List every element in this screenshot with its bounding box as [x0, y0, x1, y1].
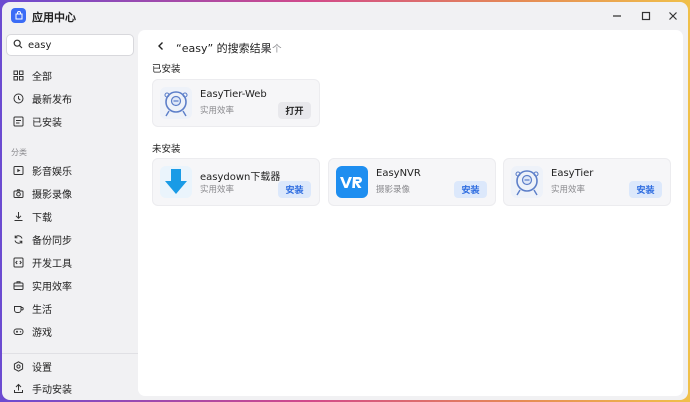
close-button[interactable] [663, 7, 683, 25]
grid-icon [11, 68, 25, 82]
install-button[interactable]: 安装 [278, 181, 311, 198]
sidebar-item-label: 设置 [32, 362, 52, 374]
sidebar-item-label: 全部 [32, 71, 52, 83]
upload-icon [11, 381, 25, 395]
app-card-easydown[interactable]: easydown下载器 实用效率 安装 [152, 158, 320, 206]
sidebar-item-label: 已安装 [32, 117, 62, 129]
sidebar-item-productivity[interactable]: 实用效率 [6, 275, 134, 295]
sidebar-item-latest[interactable]: 最新发布 [6, 88, 134, 108]
sidebar-item-devtools[interactable]: 开发工具 [6, 252, 134, 272]
app-name: easydown下载器 [200, 172, 281, 183]
sidebar-item-label: 最新发布 [32, 94, 72, 106]
back-button[interactable] [153, 39, 169, 55]
sidebar-divider [2, 353, 138, 354]
install-button[interactable]: 安装 [454, 181, 487, 198]
sidebar-item-label: 备份同步 [32, 235, 72, 247]
app-category: 实用效率 [200, 185, 235, 195]
sidebar-item-photo[interactable]: 摄影录像 [6, 183, 134, 203]
sidebar-item-installed[interactable]: 已安装 [6, 111, 134, 131]
app-name: EasyTier-Web [200, 89, 267, 100]
app-title: 应用中心 [32, 11, 76, 24]
sidebar-item-label: 实用效率 [32, 281, 72, 293]
sidebar-item-media[interactable]: 影音娱乐 [6, 160, 134, 180]
easytier-logo-icon [511, 166, 543, 198]
app-card-easytier-web[interactable]: EasyTier-Web 实用效率 打开 [152, 79, 320, 127]
install-button[interactable]: 安装 [629, 181, 662, 198]
sidebar-item-label: 手动安装 [32, 384, 72, 396]
app-center-logo-icon [11, 8, 26, 23]
category-section-label: 分类 [11, 148, 27, 157]
search-icon [13, 39, 23, 52]
camera-icon [11, 186, 25, 200]
maximize-button[interactable] [636, 7, 656, 25]
search-box[interactable] [6, 34, 134, 56]
easytier-logo-icon [160, 87, 192, 119]
download-arrow-logo-icon [160, 166, 192, 198]
sidebar-item-all[interactable]: 全部 [6, 65, 134, 85]
not-installed-section-label: 未安装 [152, 144, 181, 155]
open-button[interactable]: 打开 [278, 102, 311, 119]
clock-icon [11, 91, 25, 105]
search-input[interactable] [28, 39, 126, 51]
sidebar-item-label: 摄影录像 [32, 189, 72, 201]
sidebar-item-backup[interactable]: 备份同步 [6, 229, 134, 249]
app-card-easytier[interactable]: EasyTier 实用效率 安装 [503, 158, 671, 206]
sync-icon [11, 232, 25, 246]
search-results-panel: “easy” 的搜索结果 4 个 已安装 EasyTier-Web 实用效率 打… [138, 30, 683, 396]
sidebar-item-label: 生活 [32, 304, 52, 316]
sidebar-item-label: 开发工具 [32, 258, 72, 270]
app-category: 实用效率 [551, 185, 586, 195]
result-count: 4 个 [263, 44, 282, 55]
sidebar-item-life[interactable]: 生活 [6, 298, 134, 318]
app-window: 应用中心 全部 最新发布 已安装 分类 [2, 2, 688, 400]
installed-section-label: 已安装 [152, 64, 181, 75]
installed-box-icon [11, 114, 25, 128]
sidebar-item-download[interactable]: 下载 [6, 206, 134, 226]
sidebar-item-manual-install[interactable]: 手动安装 [6, 378, 134, 398]
easynvr-logo-icon [336, 166, 368, 198]
app-name: EasyTier [551, 168, 594, 179]
sidebar-item-label: 下载 [32, 212, 52, 224]
app-category: 摄影录像 [376, 185, 411, 195]
sidebar-item-games[interactable]: 游戏 [6, 321, 134, 341]
app-name: EasyNVR [376, 168, 421, 179]
chevron-left-icon [156, 41, 166, 54]
app-category: 实用效率 [200, 106, 235, 116]
cup-icon [11, 301, 25, 315]
sidebar-item-settings[interactable]: 设置 [6, 356, 134, 376]
tools-icon [11, 278, 25, 292]
code-icon [11, 255, 25, 269]
sidebar-item-label: 游戏 [32, 327, 52, 339]
download-icon [11, 209, 25, 223]
sidebar-item-label: 影音娱乐 [32, 166, 72, 178]
gamepad-icon [11, 324, 25, 338]
gear-icon [11, 359, 25, 373]
page-title: “easy” 的搜索结果 [176, 42, 272, 55]
minimize-button[interactable] [607, 7, 627, 25]
film-icon [11, 163, 25, 177]
title-bar: 应用中心 [2, 2, 688, 30]
app-card-easynvr[interactable]: EasyNVR 摄影录像 安装 [328, 158, 496, 206]
